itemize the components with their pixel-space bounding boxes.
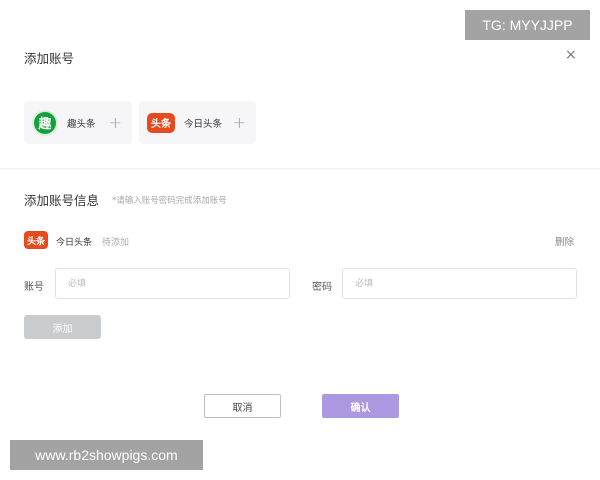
- watermark-bottom: www.rb2showpigs.com: [10, 440, 203, 470]
- platform-card-jinritoutiao[interactable]: 头条 今日头条 +: [139, 101, 256, 144]
- section-title: 添加账号信息: [24, 193, 100, 208]
- add-button[interactable]: 添加: [24, 315, 101, 339]
- confirm-button[interactable]: 确认: [322, 394, 399, 418]
- section-hint: *请输入账号密码完成添加账号: [112, 196, 227, 206]
- password-input[interactable]: [342, 268, 577, 299]
- watermark-top: TG: MYYJJPP: [465, 10, 590, 40]
- toutiao-logo-icon: 头条: [24, 231, 48, 249]
- qutoutiao-logo-icon: 趣: [32, 109, 58, 136]
- plus-icon[interactable]: +: [233, 113, 246, 132]
- cancel-button[interactable]: 取消: [204, 394, 281, 418]
- section-divider: [0, 168, 600, 169]
- delete-button[interactable]: 删除: [555, 234, 574, 248]
- plus-icon[interactable]: +: [109, 113, 122, 132]
- account-input[interactable]: [55, 268, 290, 299]
- account-status: 待添加: [102, 238, 130, 248]
- account-platform-name: 今日头条: [56, 238, 93, 248]
- dialog-title: 添加账号: [24, 51, 75, 66]
- account-label: 账号: [24, 282, 44, 293]
- toutiao-logo-icon: 头条: [147, 112, 175, 133]
- close-icon[interactable]: ×: [565, 47, 577, 63]
- platform-name: 今日头条: [184, 118, 223, 130]
- platform-card-qutoutiao[interactable]: 趣 趣头条 +: [24, 101, 132, 144]
- platform-name: 趣头条: [67, 118, 96, 130]
- password-label: 密码: [312, 282, 332, 293]
